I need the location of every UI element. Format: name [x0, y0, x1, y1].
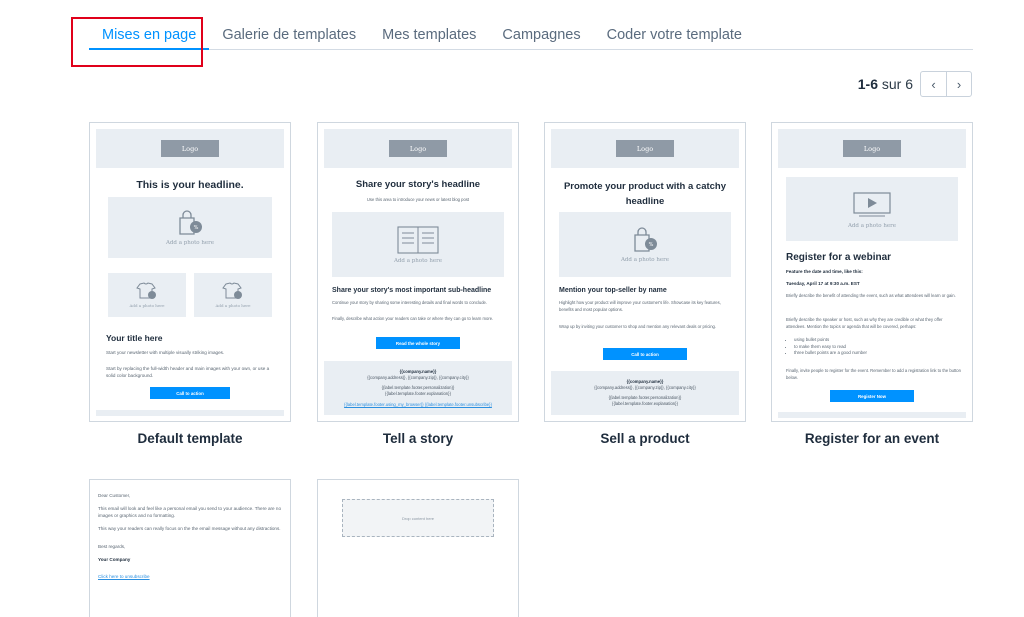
photo-placeholder: % Add a photo here — [108, 197, 272, 258]
next-page-button[interactable]: › — [946, 72, 971, 96]
previous-page-button[interactable]: ‹ — [921, 72, 946, 96]
template-title-product[interactable]: Sell a product — [544, 431, 746, 446]
photo-placeholder: Add a photo here — [332, 212, 504, 277]
footer-band: {{company.name}} {{company.address}}, {{… — [551, 371, 739, 415]
list-item: three bullet points are a good number — [794, 350, 962, 357]
template-card-story[interactable]: Logo Share your story's headline Use thi… — [317, 122, 519, 422]
template-subtitle: Mention your top-seller by name — [559, 287, 667, 294]
drop-zone: Drop content here — [342, 499, 494, 537]
template-paragraph-1: Start your newsletter with multiple visu… — [106, 350, 225, 355]
template-tabs: Mises en page Galerie de templates Mes t… — [89, 17, 973, 50]
template-paragraph-2: Briefly describe the speaker or host, su… — [786, 317, 943, 329]
cta-button: Call to action — [603, 348, 687, 360]
pager: ‹ › — [920, 71, 972, 97]
footer-band — [96, 410, 284, 416]
svg-text:%: % — [194, 225, 199, 231]
logo-placeholder: Logo — [161, 140, 219, 157]
footer-band: {{company.name}} {{company.address}}, {{… — [324, 361, 512, 415]
regards: Best regards, — [98, 544, 126, 549]
template-paragraph-2: Wrap up by inviting your customer to sho… — [559, 324, 717, 329]
template-headline: Promote your product with a catchy headl… — [563, 181, 727, 207]
tshirt-icon — [222, 282, 242, 299]
tshirt-icon — [136, 282, 156, 299]
template-card-blank[interactable]: Drop content here — [317, 479, 519, 617]
feature-date-label: Feature the date and time, like this: — [786, 269, 863, 274]
photo-label: Add a photo here — [847, 222, 897, 229]
template-headline: This is your headline. — [136, 179, 244, 191]
photo-label: Add a photo here — [165, 240, 215, 246]
template-paragraph-1: Briefly describe the benefit of attendin… — [786, 293, 956, 298]
page-range: 1-6 — [857, 76, 878, 92]
chevron-right-icon: › — [956, 76, 962, 92]
pagination: 1-6 sur 6 ‹ › — [858, 71, 972, 97]
template-headline: Share your story's headline — [355, 179, 481, 190]
footer-company-address: {{company.address}}, {{company.zip}}, {{… — [367, 375, 469, 380]
photo-label-small-right: Add a photo here — [215, 303, 251, 308]
logo-placeholder: Logo — [616, 140, 674, 157]
template-intro: Use this area to introduce your news or … — [366, 197, 470, 202]
template-headline: Register for a webinar — [786, 252, 892, 263]
template-title-default[interactable]: Default template — [89, 431, 291, 446]
footer-explanation: {{label.template.footer.explanation}} — [612, 401, 678, 406]
template-card-default[interactable]: Logo This is your headline. % Add a phot… — [89, 122, 291, 422]
bullet-list: using bullet points to make them easy to… — [786, 337, 962, 357]
photo-placeholder: % Add a photo here — [559, 212, 731, 277]
template-paragraph-1: Continue your story by sharing some inte… — [332, 300, 488, 305]
footer-company-address: {{company.address}}, {{company.zip}}, {{… — [594, 385, 696, 390]
photo-placeholder: Add a photo here — [786, 177, 958, 241]
photo-label: Add a photo here — [620, 257, 670, 263]
company-signature: Your Company — [98, 557, 131, 562]
footer-links: {{label.template.footer.using_my_browser… — [344, 402, 492, 407]
small-photo-placeholder-left: Add a photo here — [108, 273, 186, 317]
tab-galerie-de-templates[interactable]: Galerie de templates — [209, 17, 369, 50]
template-title-event[interactable]: Register for an event — [771, 431, 973, 446]
svg-text:%: % — [649, 242, 654, 248]
logo-placeholder: Logo — [389, 140, 447, 157]
small-photo-placeholder-right: Add a photo here — [194, 273, 272, 317]
cta-button: Read the whole story — [376, 337, 460, 349]
template-subtitle: Share your story's most important sub-he… — [332, 287, 492, 294]
logo-band: Logo — [551, 129, 739, 168]
shopping-bag-icon: % — [179, 210, 202, 235]
template-paragraph-2: Finally, describe what action your reade… — [332, 316, 494, 321]
page-total: sur 6 — [881, 76, 913, 92]
photo-label-small-left: Add a photo here — [129, 303, 165, 308]
template-subtitle: Your title here — [106, 333, 163, 343]
template-title-story[interactable]: Tell a story — [317, 431, 519, 446]
template-paragraph-1: This email will look and feel like a per… — [98, 506, 282, 518]
unsubscribe-link: Click here to unsubscribe — [98, 574, 150, 579]
page-count: 1-6 sur 6 — [858, 76, 913, 92]
book-icon — [397, 226, 439, 254]
template-card-plain-text[interactable]: Dear Customer, This email will look and … — [89, 479, 291, 617]
cta-button: Register Now — [830, 390, 914, 402]
tab-coder-votre-template[interactable]: Coder votre template — [594, 17, 755, 50]
tab-mises-en-page[interactable]: Mises en page — [89, 17, 210, 50]
footer-band — [778, 412, 966, 418]
template-paragraph-1: Highlight how your product will improve … — [559, 300, 721, 312]
footer-explanation: {{label.template.footer.explanation}} — [385, 391, 451, 396]
shopping-bag-icon: % — [634, 227, 657, 252]
chevron-left-icon: ‹ — [931, 76, 936, 92]
logo-band: Logo — [96, 129, 284, 168]
video-icon — [853, 191, 891, 216]
tab-campagnes[interactable]: Campagnes — [489, 17, 593, 50]
logo-band: Logo — [778, 129, 966, 168]
template-paragraph-2: Start by replacing the full-width header… — [106, 366, 270, 378]
template-card-product[interactable]: Logo Promote your product with a catchy … — [544, 122, 746, 422]
template-card-event[interactable]: Logo Add a photo here Register for a web… — [771, 122, 973, 422]
cta-button: Call to action — [150, 387, 230, 399]
event-date: Tuesday, April 17 at 9:30 a.m. EST — [786, 281, 860, 286]
photo-label: Add a photo here — [393, 258, 443, 264]
template-paragraph-2: This way your readers can really focus o… — [98, 526, 281, 531]
greeting: Dear Customer, — [98, 493, 131, 498]
template-paragraph-3: Finally, invite people to register for t… — [786, 368, 961, 380]
logo-band: Logo — [324, 129, 512, 168]
tab-mes-templates[interactable]: Mes templates — [369, 17, 489, 50]
logo-placeholder: Logo — [843, 140, 901, 157]
